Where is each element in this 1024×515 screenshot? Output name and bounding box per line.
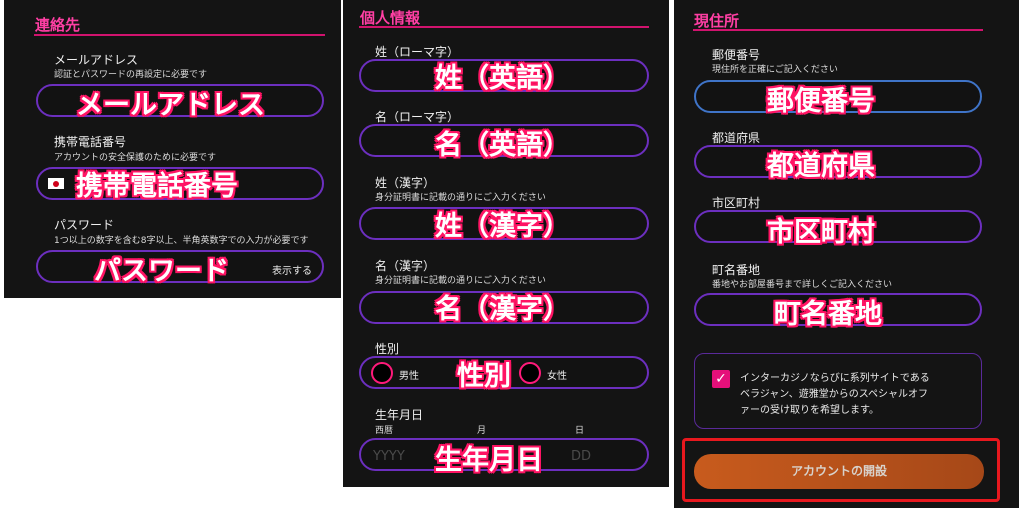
last-name-kanji-annotation: 姓（漢字） xyxy=(435,211,570,242)
phone-hint: アカウントの安全保護のために必要です xyxy=(54,153,217,163)
gender-male-radio[interactable] xyxy=(371,362,393,384)
section-divider xyxy=(34,34,325,36)
prefecture-annotation: 都道府県 xyxy=(767,151,875,182)
street-annotation: 町名番地 xyxy=(774,299,882,330)
gender-male-label[interactable]: 男性 xyxy=(399,367,419,382)
city-annotation: 市区町村 xyxy=(767,217,875,248)
first-name-kanji-annotation: 名（漢字） xyxy=(435,294,570,325)
gender-annotation: 性別 xyxy=(457,361,511,392)
password-label: パスワード xyxy=(54,218,115,232)
birth-day-label: 日 xyxy=(575,426,585,436)
phone-annotation: 携帯電話番号 xyxy=(76,171,238,202)
password-annotation: パスワード xyxy=(94,256,229,287)
consent-checkbox[interactable]: ✓ xyxy=(712,370,730,388)
last-name-en-annotation: 姓（英語） xyxy=(435,63,570,94)
birth-year-placeholder: YYYY xyxy=(373,449,405,464)
consent-text-line-3: ァーの受け取りを希望します。 xyxy=(740,405,879,416)
consent-text-line-2: ベラジャン、遊雅堂からのスペシャルオフ xyxy=(740,389,928,400)
last-name-kanji-hint: 身分証明書に記載の通りにご入力ください xyxy=(375,193,546,203)
birthdate-annotation: 生年月日 xyxy=(435,445,543,476)
prefecture-label: 都道府県 xyxy=(712,131,761,145)
email-annotation: メールアドレス xyxy=(76,90,265,121)
city-label: 市区町村 xyxy=(712,196,761,210)
gender-female-label[interactable]: 女性 xyxy=(547,367,567,382)
email-hint: 認証とパスワードの再設定に必要です xyxy=(54,70,208,80)
gender-label: 性別 xyxy=(375,342,400,356)
street-hint: 番地やお部屋番号まで詳しくご記入ください xyxy=(712,280,893,290)
consent-text-line-1: インターカジノならびに系列サイトである xyxy=(740,373,930,384)
first-name-en-annotation: 名（英語） xyxy=(435,130,570,161)
first-name-kanji-label: 名（漢字） xyxy=(375,259,436,273)
last-name-kanji-label: 姓（漢字） xyxy=(375,176,436,190)
open-account-button[interactable]: アカウントの開設 xyxy=(694,454,984,489)
phone-label: 携帯電話番号 xyxy=(54,135,127,149)
birth-month-label: 月 xyxy=(477,426,487,436)
birth-year-label: 西暦 xyxy=(375,426,394,436)
birth-day-placeholder: DD xyxy=(571,449,592,464)
password-hint: 1つ以上の数字を含む8字以上、半角英数字での入力が必要です xyxy=(54,236,309,246)
birthdate-label: 生年月日 xyxy=(375,408,424,422)
street-label: 町名番地 xyxy=(712,263,761,277)
section-title-contact: 連絡先 xyxy=(35,16,81,34)
contact-panel: 連絡先 メールアドレス 認証とパスワードの再設定に必要です メールアドレス 携帯… xyxy=(4,0,341,298)
email-label: メールアドレス xyxy=(54,53,139,67)
section-title-address: 現住所 xyxy=(694,12,740,30)
gender-female-radio[interactable] xyxy=(519,362,541,384)
section-divider xyxy=(359,26,649,28)
section-title-personal: 個人情報 xyxy=(360,9,421,27)
password-show-toggle[interactable]: 表示する xyxy=(272,262,312,277)
address-panel: 現住所 郵便番号 現住所を正確にご記入ください 郵便番号 都道府県 都道府県 市… xyxy=(674,0,1019,508)
postal-annotation: 郵便番号 xyxy=(767,86,875,117)
personal-info-panel: 個人情報 姓（ローマ字） 姓（英語） 名（ローマ字） 名（英語） 姓（漢字） 身… xyxy=(343,0,669,487)
postal-label: 郵便番号 xyxy=(712,48,761,62)
first-name-kanji-hint: 身分証明書に記載の通りにご入力ください xyxy=(375,276,546,286)
section-divider xyxy=(693,29,983,31)
japan-flag-icon[interactable] xyxy=(48,178,64,189)
postal-hint: 現住所を正確にご記入ください xyxy=(712,65,838,75)
